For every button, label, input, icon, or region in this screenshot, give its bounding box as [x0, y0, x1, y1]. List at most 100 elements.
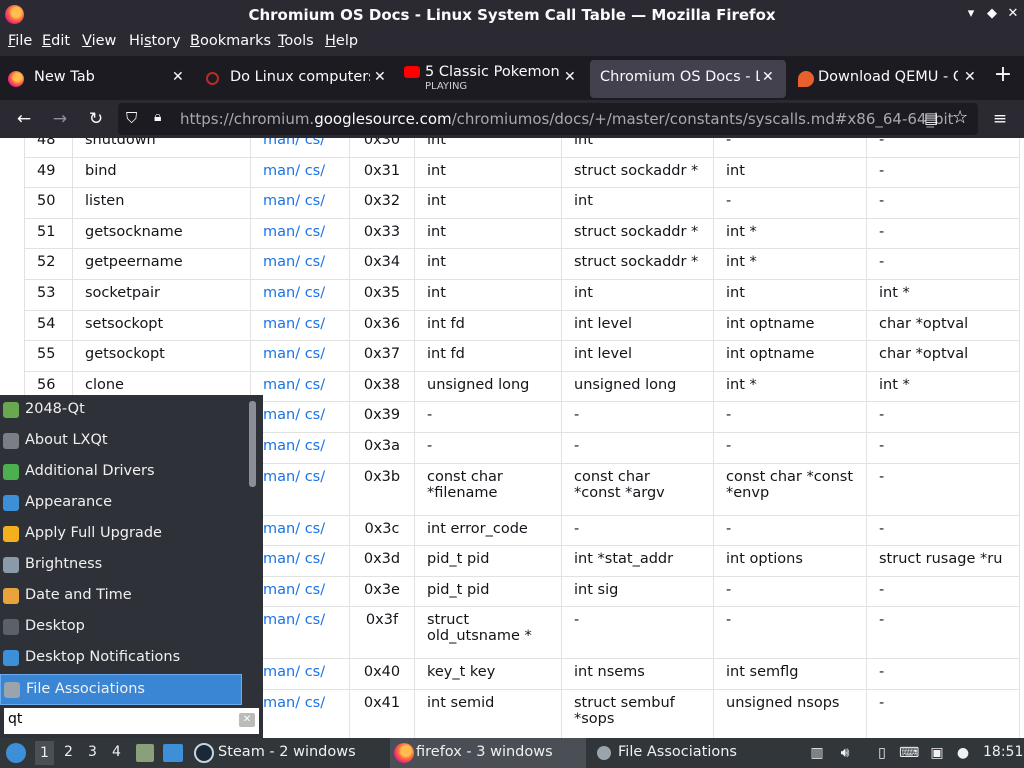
reload-icon[interactable]: ↻ [85, 108, 107, 130]
doc-links-cell[interactable]: man/ cs/ [250, 545, 350, 577]
menu-item[interactable]: Desktop [0, 612, 242, 643]
menu-item-label: Desktop Notifications [25, 649, 181, 665]
doc-links-cell[interactable]: man/ cs/ [250, 401, 350, 433]
tab-youtube[interactable]: 5 Classic Pokemon C PLAYING ✕ [396, 60, 586, 98]
menu-item[interactable]: Brightness [0, 550, 242, 581]
doc-links-cell[interactable]: man/ cs/ [250, 309, 350, 342]
new-tab-button[interactable]: + [992, 64, 1014, 86]
menu-item-label: About LXQt [25, 432, 108, 448]
table-cell-hex: 0x31 [349, 156, 415, 189]
table-cell-a2: unsigned long [561, 370, 714, 403]
doc-links-cell[interactable]: man/ cs/ [250, 138, 350, 158]
app-icon [3, 619, 19, 635]
doc-links-cell[interactable]: man/ cs/ [250, 688, 350, 738]
doc-links-cell[interactable]: man/ cs/ [250, 156, 350, 189]
menu-item[interactable]: Additional Drivers [0, 457, 242, 488]
table-cell-a2: int nsems [561, 658, 714, 690]
table-cell-a4: - [866, 658, 1020, 690]
clipboard-icon[interactable]: ▥ [807, 743, 827, 763]
volume-icon[interactable]: 🔊︎ [835, 743, 855, 763]
doc-links-cell[interactable]: man/ cs/ [250, 514, 350, 547]
tab-new-tab[interactable]: New Tab ✕ [0, 60, 192, 98]
table-cell-a4: char *optval [866, 340, 1020, 372]
tab-close-icon[interactable]: ✕ [172, 69, 184, 85]
tab-quora[interactable]: Do Linux computers ✕ [196, 60, 392, 98]
network-icon[interactable]: ▣ [927, 743, 947, 763]
keyboard-icon[interactable]: ⌨ [899, 743, 919, 763]
menu-item[interactable]: Date and Time [0, 581, 242, 612]
doc-links-cell[interactable]: man/ cs/ [250, 278, 350, 311]
doc-links-cell[interactable]: man/ cs/ [250, 606, 350, 660]
desktop-3-button[interactable]: 3 [88, 744, 97, 760]
menu-bookmarks[interactable]: Bookmarks [190, 33, 271, 49]
menu-view[interactable]: View [82, 33, 116, 49]
menu-item[interactable]: Desktop Notifications [0, 643, 242, 674]
table-cell-hex: 0x30 [349, 138, 415, 158]
clear-search-icon[interactable]: ✕ [239, 713, 255, 727]
doc-links-cell[interactable]: man/ cs/ [250, 370, 350, 403]
doc-links-cell[interactable]: man/ cs/ [250, 575, 350, 608]
menu-item[interactable]: Appearance [0, 488, 242, 519]
table-cell-a2: int [561, 278, 714, 311]
table-cell-a3: int [713, 156, 867, 189]
table-cell-a4: - [866, 688, 1020, 738]
table-cell-a1: - [414, 431, 562, 464]
menu-help[interactable]: Help [325, 33, 358, 49]
menu-history[interactable]: History [129, 33, 181, 49]
doc-links-cell[interactable]: man/ cs/ [250, 658, 350, 690]
tab-close-icon[interactable]: ✕ [374, 69, 386, 85]
shield-icon[interactable]: ⛉ [126, 109, 144, 127]
menu-scrollbar[interactable] [249, 401, 256, 487]
url-bar[interactable]: ⛉ 🔒︎ https://chromium.googlesource.com/c… [118, 103, 978, 135]
doc-links-cell[interactable]: man/ cs/ [250, 340, 350, 372]
doc-links-cell[interactable]: man/ cs/ [250, 187, 350, 219]
minimize-icon[interactable]: ▾ [962, 5, 980, 23]
gear-icon [597, 746, 611, 760]
notes-icon[interactable]: ▯ [872, 743, 892, 763]
task-firefox[interactable]: firefox - 3 windows [390, 738, 586, 768]
url-text[interactable]: https://chromium.googlesource.com/chromi… [180, 110, 954, 128]
desktop-1-button[interactable]: 1 [35, 741, 54, 765]
bookmark-star-icon[interactable]: ☆ [952, 107, 970, 128]
task-file-associations[interactable]: File Associations [592, 738, 788, 768]
menu-item[interactable]: File Associations [0, 674, 242, 705]
table-cell-a1: int fd [414, 340, 562, 372]
table-cell-hex: 0x3a [349, 431, 415, 464]
doc-links-cell[interactable]: man/ cs/ [250, 431, 350, 464]
tab-close-icon[interactable]: ✕ [564, 69, 576, 85]
start-menu-icon[interactable] [6, 743, 26, 763]
task-steam[interactable]: Steam - 2 windows [190, 738, 380, 768]
forward-arrow-icon[interactable]: → [49, 108, 71, 130]
maximize-icon[interactable]: ◆ [983, 5, 1001, 23]
table-cell-a2: - [561, 514, 714, 547]
table-cell-a3: int * [713, 248, 867, 280]
desktop-2-button[interactable]: 2 [64, 744, 73, 760]
menu-search-box[interactable]: ✕ [4, 708, 259, 734]
menu-search-input[interactable] [8, 711, 228, 727]
tab-close-icon[interactable]: ✕ [762, 69, 774, 85]
doc-links-cell[interactable]: man/ cs/ [250, 248, 350, 280]
tab-chromium-docs[interactable]: Chromium OS Docs - Lin ✕ [590, 60, 786, 98]
menu-item[interactable]: About LXQt [0, 426, 242, 457]
show-desktop-icon[interactable] [163, 744, 183, 762]
menu-item[interactable]: 2048-Qt [0, 395, 242, 426]
table-cell-a3: int [713, 278, 867, 311]
steam-tray-icon[interactable]: ● [953, 743, 973, 763]
menu-file[interactable]: File [8, 33, 32, 49]
table-cell-name: setsockopt [72, 309, 251, 342]
lock-icon[interactable]: 🔒︎ [154, 109, 170, 127]
menu-item[interactable]: Apply Full Upgrade [0, 519, 242, 550]
doc-links-cell[interactable]: man/ cs/ [250, 217, 350, 250]
doc-links-cell[interactable]: man/ cs/ [250, 462, 350, 516]
desktop-4-button[interactable]: 4 [112, 744, 121, 760]
close-window-icon[interactable]: ✕ [1004, 5, 1022, 23]
tab-close-icon[interactable]: ✕ [964, 69, 976, 85]
menu-edit[interactable]: Edit [42, 33, 70, 49]
back-arrow-icon[interactable]: ← [13, 108, 35, 130]
reader-view-icon[interactable]: ▤ [924, 109, 942, 127]
file-manager-icon[interactable] [136, 744, 154, 762]
hamburger-menu-icon[interactable]: ≡ [989, 108, 1011, 130]
tab-qemu[interactable]: Download QEMU - Q ✕ [790, 60, 985, 98]
menu-tools[interactable]: Tools [278, 33, 314, 49]
table-cell-name: getsockname [72, 217, 251, 250]
